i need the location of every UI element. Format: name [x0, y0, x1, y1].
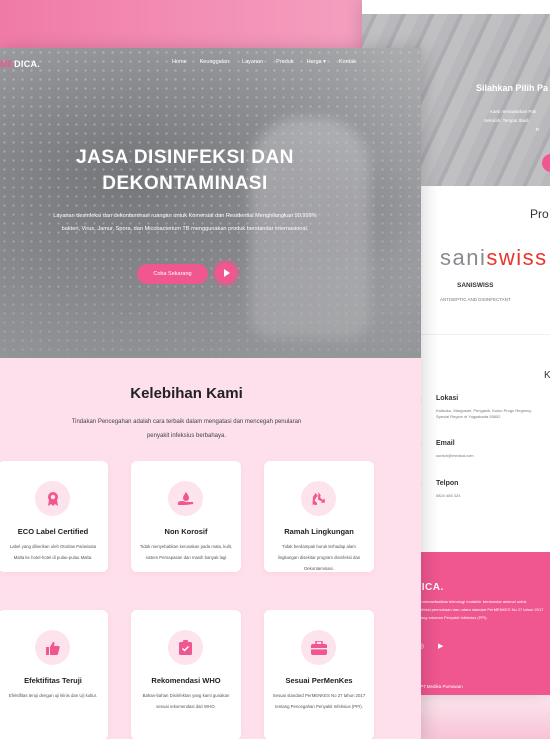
nav-link-harga-dropdown[interactable]: Harga ▾: [307, 59, 326, 65]
product-subtitle: ANTISEPTIC AND DISINFECTANT: [440, 297, 511, 302]
hero-description: Layanan desinfeksi dan dekontaminasi rua…: [53, 213, 317, 232]
feature-card: Efektifitas Teruji Efektifitas teruji de…: [0, 610, 108, 739]
product-name: SANISWISS: [457, 282, 494, 289]
contact-label: Email: [436, 440, 455, 447]
feature-card-title: Ramah Lingkungan: [284, 527, 354, 536]
contact-value[interactable]: contoh@medica.com: [436, 453, 546, 459]
feature-card: Sesuai PerMenKes Sesuai standard PerMENK…: [264, 610, 374, 739]
pricing-hero-title: Silahkan Pilih Pa: [476, 83, 549, 93]
nav-link-keunggulan[interactable]: Keunggulan: [200, 59, 229, 65]
brand-logo[interactable]: MEDICA.: [0, 59, 40, 69]
hand-drop-icon: [168, 481, 203, 516]
feature-card-title: ECO Label Certified: [17, 527, 89, 536]
play-icon: [224, 269, 230, 277]
features-title: Kelebihan Kami: [130, 385, 243, 402]
medical-kit-icon: [301, 630, 336, 665]
nav-link-produk[interactable]: Produk: [276, 59, 293, 65]
feature-card-title: Rekomendasi WHO: [151, 676, 221, 685]
contact-phone: Telpon 0824 485 324: [416, 480, 546, 499]
thumbs-up-icon: [35, 630, 70, 665]
feature-card-description: Tidak menyebabkan kerusakan pada mata, k…: [139, 544, 233, 560]
feature-card-description: Efektifitas teruji dengan uji klinis dan…: [8, 693, 98, 698]
logo-suffix: DICA.: [14, 59, 41, 69]
try-now-button[interactable]: Coba Sekarang: [137, 264, 208, 284]
products-heading: Pro: [530, 207, 549, 221]
nav-link-kontak[interactable]: Kontak: [339, 59, 356, 65]
contact-label: Telpon: [436, 480, 459, 487]
feature-card: Rekomendasi WHO Bahan-bahan Disinfektan …: [131, 610, 241, 739]
pricing-hero-text-line: Kami menawarkan Pak: [490, 109, 537, 114]
pricing-hero-button[interactable]: [542, 154, 550, 172]
nav-link-layanan[interactable]: Layanan: [242, 59, 263, 65]
nav-menu: Home Keunggulan Layanan Produk Harga ▾ K…: [172, 59, 369, 65]
pricing-hero-text-line: R: [536, 127, 540, 132]
youtube-icon[interactable]: ▶: [438, 642, 443, 650]
saniswiss-logo[interactable]: saniswiss: [440, 245, 548, 271]
contact-email: Email contoh@medica.com: [416, 440, 546, 459]
feature-card-title: Non Korosif: [164, 527, 208, 536]
feature-card-title: Sesuai PerMenKes: [285, 676, 353, 685]
contact-value: Kalisoko, Margosari, Pengasih, Kulon Pro…: [436, 408, 532, 419]
logo-prefix: ME: [0, 59, 15, 69]
feature-card-title: Efektifitas Teruji: [24, 676, 82, 685]
contact-heading: K: [544, 370, 550, 381]
feature-card: Non Korosif Tidak menyebabkan kerusakan …: [131, 461, 241, 572]
feature-card-description: Bahan-bahan Disinfektan yang kami gunaka…: [142, 693, 230, 709]
feature-card-description: Tidak berdampak buruk terhadap alam ling…: [277, 544, 361, 571]
feature-card: Ramah Lingkungan Tidak berdampak buruk t…: [264, 461, 374, 572]
contact-location: Lokasi Kalisoko, Margosari, Pengasih, Ku…: [416, 395, 546, 420]
landing-page-preview: MEDICA. Home Keunggulan Layanan Produk H…: [0, 48, 421, 739]
feature-card-description: Sesuai standard PerMENKES No 27 tahun 20…: [272, 693, 366, 709]
logo-text-sani: sani: [440, 245, 487, 270]
hero-title: JASA DISINFEKSI DAN DEKONTAMINASI: [76, 147, 294, 194]
contact-label: Lokasi: [436, 395, 459, 402]
features-description: Tindakan Pencegahan adalah cara terbaik …: [71, 419, 302, 439]
navbar: MEDICA. Home Keunggulan Layanan Produk H…: [0, 48, 421, 78]
recycle-icon: [301, 481, 336, 516]
feature-card: ECO Label Certified Label yang diberikan…: [0, 461, 108, 572]
pricing-hero-text-line: Sekolah, Tempat Ibadi: [484, 118, 529, 123]
nav-link-home[interactable]: Home: [172, 59, 187, 65]
background-band-top: [0, 0, 365, 50]
feature-card-description: Label yang diberikan oleh Otoritas Pariw…: [9, 544, 97, 560]
footer-copyright: 23 PT.Medika Purnawan: [414, 684, 463, 689]
clipboard-check-icon: [168, 630, 203, 665]
logo-text-swiss: swiss: [486, 245, 548, 270]
play-video-button[interactable]: [215, 262, 237, 284]
award-ribbon-icon: [35, 481, 70, 516]
pricing-hero-text: Kami menawarkan Pak Sekolah, Tempat Ibad…: [484, 107, 550, 134]
footer-description: ami memanfaatkan teknologi mutakhir bers…: [414, 599, 544, 620]
hero-section: MEDICA. Home Keunggulan Layanan Produk H…: [0, 48, 421, 358]
hero-overlay: [0, 48, 421, 358]
contact-value[interactable]: 0824 485 324: [436, 493, 546, 499]
